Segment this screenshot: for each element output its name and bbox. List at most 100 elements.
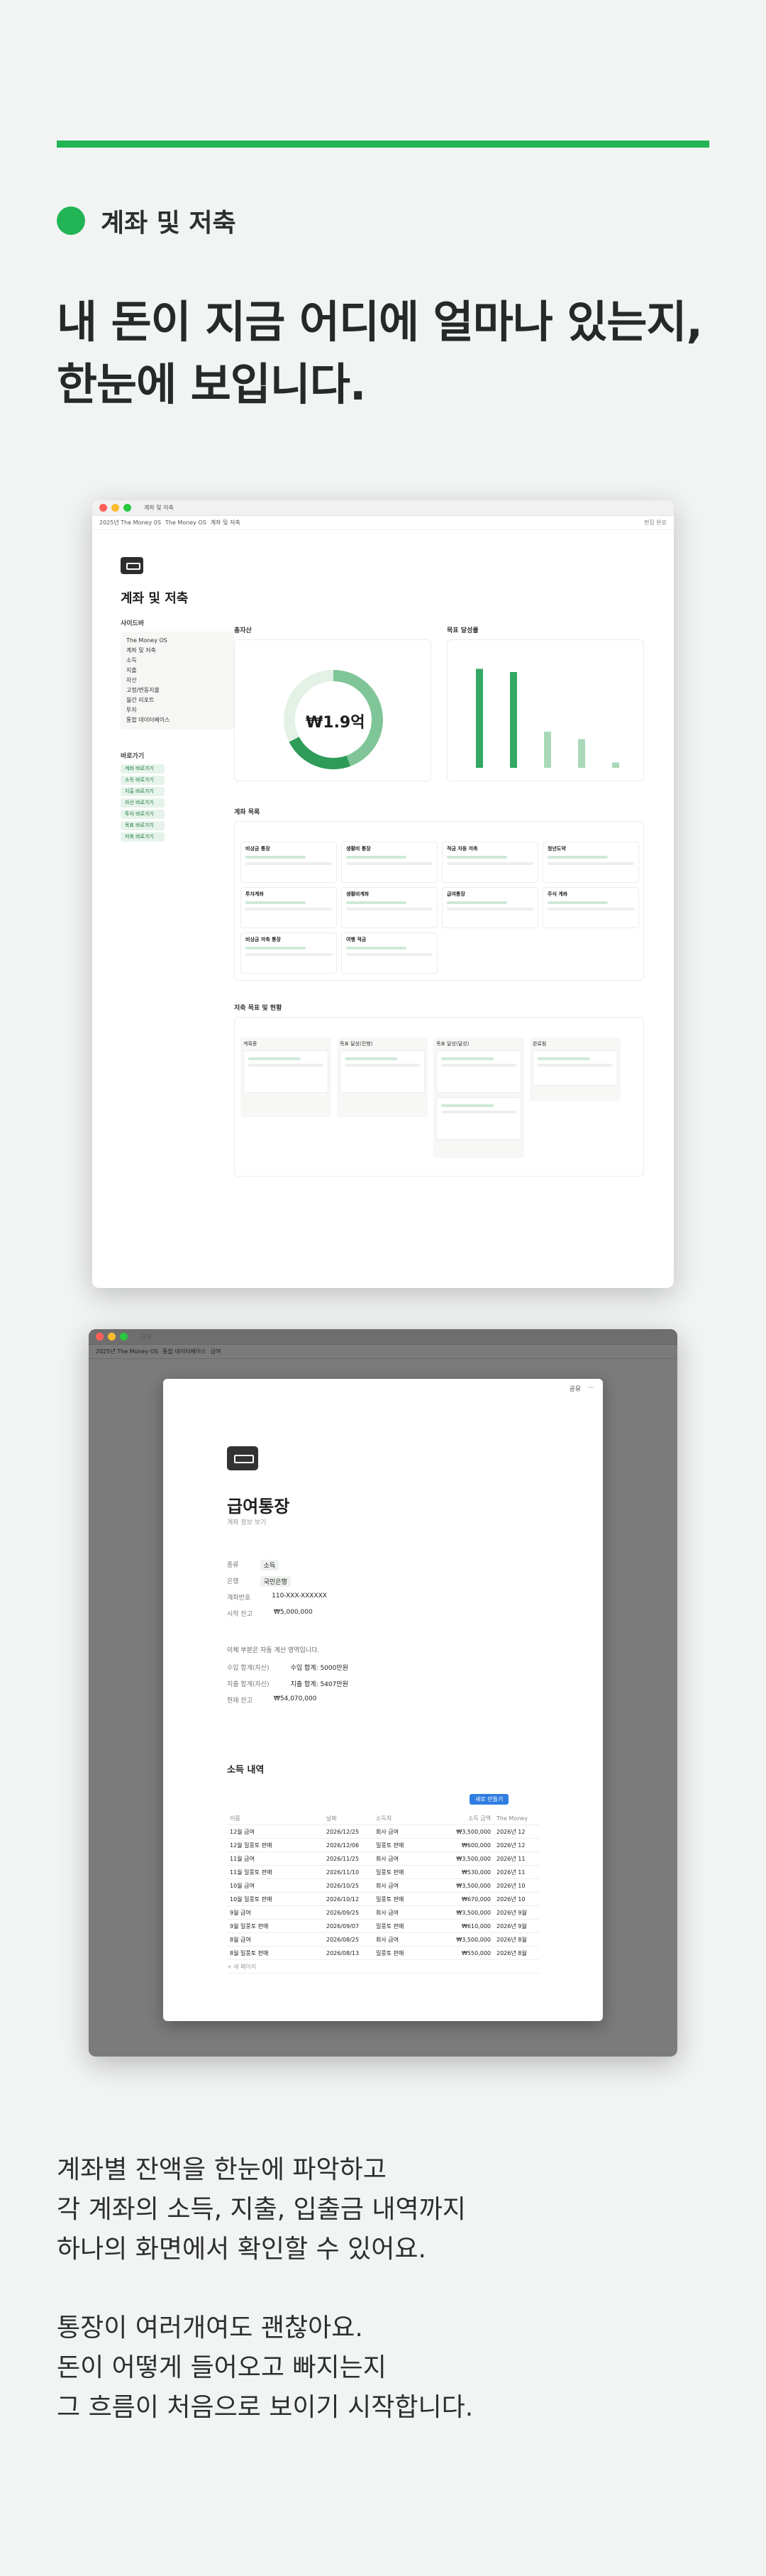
sidebar-item[interactable]: 자산	[126, 676, 228, 686]
table-row[interactable]: 8월 급여 2026/08/25 회사 급여 ₩3,500,000 2026년 8월	[227, 1933, 539, 1947]
calc-balance: 현재 잔고 ₩54,070,000	[227, 1695, 316, 1705]
section-label: 계좌 및 저축	[101, 209, 236, 238]
browser-tab[interactable]: 계좌 및 저축	[144, 504, 174, 512]
breadcrumb-item[interactable]: 통합 데이터베이스	[162, 1348, 206, 1355]
window-chrome: 급여	[89, 1329, 677, 1345]
breadcrumb-item[interactable]: 2025년 The Money 0S	[99, 519, 161, 527]
load-more[interactable]: + 새 페이지	[227, 1960, 539, 1974]
table-row[interactable]: 11월 급여 2026/11/25 회사 급여 ₩3,500,000 2026년 11	[227, 1852, 539, 1866]
prop-bank[interactable]: 은행 국민은행	[227, 1576, 291, 1587]
col-header[interactable]: 소득 금액	[447, 1812, 496, 1824]
col-header[interactable]: 날짜	[326, 1812, 376, 1824]
sidebar-item[interactable]: 계좌 및 저축	[126, 646, 228, 656]
table-cell: ₩550,000	[462, 1950, 491, 1956]
table-row[interactable]: 10월 급여 2026/10/25 회사 급여 ₩3,500,000 2026년 10	[227, 1879, 539, 1893]
table-cell: 2026년 10	[496, 1883, 526, 1889]
table-row[interactable]: 8월 밀풍토 판매 2026/08/13 밀풍토 판매 ₩550,000 2026년 8…	[227, 1947, 539, 1960]
table-cell: ₩3,500,000	[456, 1883, 491, 1889]
sidebar-item[interactable]: The Money OS	[126, 636, 228, 646]
calc-expense: 지출 합계(자산) 지출 합계: 5407만원	[227, 1679, 348, 1688]
col-header[interactable]: The Money	[496, 1812, 539, 1824]
col-header[interactable]: 소득처	[376, 1812, 447, 1824]
close-light-icon[interactable]	[99, 504, 107, 512]
table-cell: 밀풍토 판매	[376, 1869, 404, 1876]
kanban-header: 완료됨	[533, 1041, 547, 1047]
goal-card[interactable]	[243, 1050, 328, 1093]
sidebar-item[interactable]: 소득	[126, 656, 228, 666]
table-row[interactable]: 11월 밀풍토 판매 2026/11/10 밀풍토 판매 ₩530,000 2026년 …	[227, 1866, 539, 1879]
maximize-light-icon[interactable]	[120, 1333, 128, 1341]
account-card[interactable]: 생활비 통장	[341, 842, 438, 883]
table-row[interactable]: 9월 밀풍토 판매 2026/09/07 밀풍토 판매 ₩610,000 2026년 9…	[227, 1920, 539, 1933]
browser-tab[interactable]: 급여	[140, 1333, 151, 1341]
prop-account-no[interactable]: 계좌번호 110-XXX-XXXXXX	[227, 1592, 327, 1602]
more-icon[interactable]: ⋯	[588, 1385, 594, 1392]
prop-type[interactable]: 종류 소득	[227, 1560, 279, 1570]
breadcrumb-item[interactable]: 계좌 및 저축	[211, 519, 240, 527]
sidebar-item[interactable]: 지출	[126, 666, 228, 676]
col-header[interactable]: 이름	[227, 1812, 326, 1824]
sidebar-item[interactable]: 월간 리포트	[126, 695, 228, 705]
new-entry-button[interactable]: 새로 만들기	[470, 1794, 509, 1805]
kanban-header: 목표 달성(달성)	[436, 1041, 470, 1047]
table-cell: 2026년 11	[496, 1856, 526, 1862]
goal-card[interactable]	[436, 1097, 521, 1140]
table-cell: 2026/12/06	[326, 1842, 360, 1849]
sidebar-item[interactable]: 고정/변동지출	[126, 686, 228, 695]
dashboard-window: 계좌 및 저축 2025년 The Money 0S The Money OS …	[92, 500, 674, 1288]
account-card[interactable]: 투자계좌	[240, 887, 337, 928]
quick-link[interactable]: 계좌 바로가기	[121, 764, 165, 774]
sidebar-item[interactable]: 투자	[126, 705, 228, 715]
table-cell: 10월 급여	[230, 1883, 255, 1889]
quick-link[interactable]: 저축 바로가기	[121, 832, 165, 842]
goal-card[interactable]	[340, 1050, 425, 1093]
kanban-column: 목표 달성(진행)	[337, 1037, 428, 1117]
table-cell: 2026/08/13	[326, 1950, 360, 1956]
kanban-column: 완료됨	[530, 1037, 621, 1101]
account-card[interactable]: 청년도약	[543, 842, 639, 883]
breadcrumb-item[interactable]: 2025년 The Money OS	[96, 1348, 158, 1355]
account-card[interactable]: 생활비계좌	[341, 887, 438, 928]
table-cell: 회사 급여	[376, 1883, 399, 1889]
table-row[interactable]: 12월 급여 2026/12/25 회사 급여 ₩3,500,000 2026년 12	[227, 1825, 539, 1839]
prop-start-balance[interactable]: 시작 잔고 ₩5,000,000	[227, 1609, 313, 1618]
table-row[interactable]: 12월 밀풍토 판매 2026/12/06 밀풍토 판매 ₩600,000 2026년 …	[227, 1839, 539, 1852]
account-name: 비상금 저축 통장	[245, 937, 281, 942]
txn-title: 소득 내역	[227, 1765, 265, 1776]
account-card[interactable]: 주식 계좌	[543, 887, 639, 928]
minimize-light-icon[interactable]	[108, 1333, 116, 1341]
account-card[interactable]: 여행 적금	[341, 932, 438, 974]
maximize-light-icon[interactable]	[123, 504, 131, 512]
quick-link[interactable]: 소득 바로가기	[121, 776, 165, 785]
table-row[interactable]: 9월 급여 2026/09/25 회사 급여 ₩3,500,000 2026년 9월	[227, 1906, 539, 1920]
account-name: 급여통장	[447, 891, 465, 897]
goal-card[interactable]	[436, 1050, 521, 1093]
quick-link[interactable]: 자산 바로가기	[121, 798, 165, 808]
quick-link[interactable]: 지출 바로가기	[121, 787, 165, 796]
account-card[interactable]: 비상금 저축 통장	[240, 932, 337, 974]
goal-card[interactable]	[533, 1050, 618, 1086]
minimize-light-icon[interactable]	[111, 504, 119, 512]
body-line: 그 흐름이 처음으로 보이기 시작합니다.	[57, 2392, 474, 2422]
kanban-header: 목표 달성(진행)	[340, 1041, 373, 1047]
sidebar-item[interactable]: 통합 데이터베이스	[126, 715, 228, 725]
goal-bar	[510, 672, 517, 768]
table-cell: 2026년 11	[496, 1869, 526, 1876]
close-light-icon[interactable]	[96, 1333, 104, 1341]
table-cell: 2026/09/25	[326, 1910, 360, 1916]
table-row[interactable]: 10월 밀풍토 판매 2026/10/12 밀풍토 판매 ₩670,000 2026년 …	[227, 1893, 539, 1906]
section-eyebrow: 계좌 및 저축	[57, 202, 236, 239]
account-card[interactable]: 비상금 통장	[240, 842, 337, 883]
breadcrumb-item[interactable]: 급여	[211, 1348, 221, 1355]
account-card[interactable]: 급여통장	[442, 887, 538, 928]
breadcrumb: 2025년 The Money OS 통합 데이터베이스 급여	[89, 1345, 677, 1359]
account-card[interactable]: 적금 자동 저축	[442, 842, 538, 883]
prop-key: 은행	[227, 1578, 239, 1585]
quick-link[interactable]: 투자 바로가기	[121, 810, 165, 819]
breadcrumb-item[interactable]: The Money OS	[165, 519, 206, 526]
table-cell: ₩3,500,000	[456, 1910, 491, 1916]
quick-link[interactable]: 목표 바로가기	[121, 821, 165, 830]
goal-bar	[544, 732, 551, 768]
share-button[interactable]: 공유	[569, 1384, 581, 1393]
body-line: 각 계좌의 소득, 지출, 입출금 내역까지	[57, 2194, 466, 2224]
